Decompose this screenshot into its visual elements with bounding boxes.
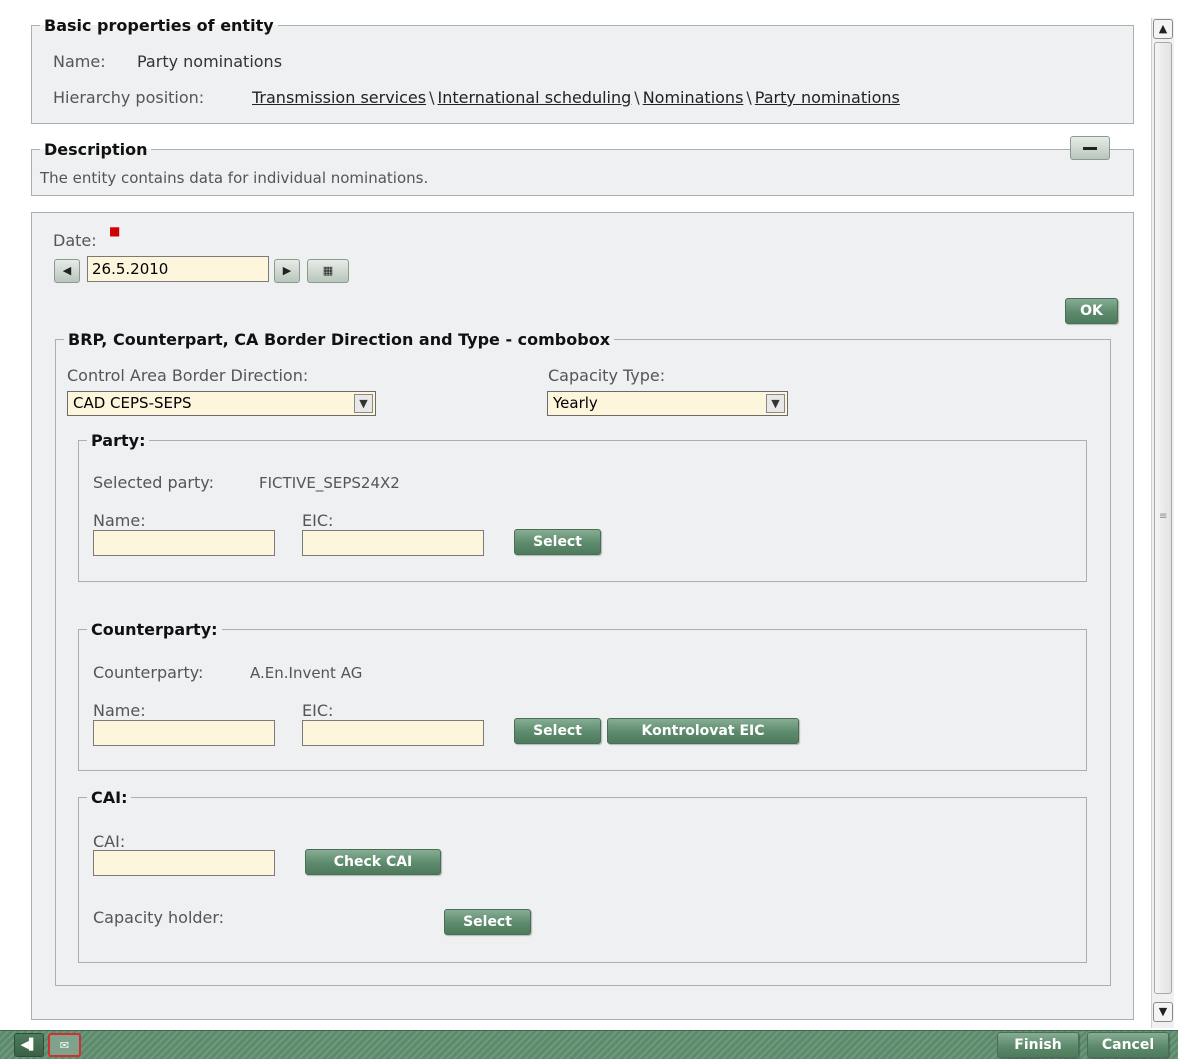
required-marker: ■: [109, 224, 121, 238]
calendar-button[interactable]: ▦: [307, 259, 349, 283]
vertical-scrollbar[interactable]: ▲ ≡ ▼: [1151, 18, 1174, 1028]
capacity-type-value: Yearly: [553, 394, 598, 412]
description-text: The entity contains data for individual …: [40, 169, 429, 187]
grip-icon: ≡: [1159, 511, 1168, 522]
party-legend: Party:: [91, 431, 146, 450]
footer-bar: ◀▌ ✉ Finish Cancel: [0, 1030, 1178, 1059]
check-eic-button[interactable]: Kontrolovat EIC: [607, 718, 799, 744]
cai-legend: CAI:: [91, 788, 128, 807]
mail-icon: ✉: [59, 1039, 70, 1052]
party-select-button[interactable]: Select: [514, 529, 601, 555]
ok-button[interactable]: OK: [1065, 298, 1118, 324]
breadcrumb-party-nominations[interactable]: Party nominations: [755, 88, 900, 107]
selected-party-label: Selected party:: [93, 473, 214, 492]
hierarchy-label: Hierarchy position:: [53, 88, 205, 107]
date-label: Date:: [53, 231, 97, 250]
party-eic-input[interactable]: [302, 530, 484, 556]
counterparty-eic-label: EIC:: [302, 701, 334, 720]
next-date-button[interactable]: ▶: [274, 259, 300, 283]
date-input[interactable]: [87, 256, 269, 282]
cai-input[interactable]: [93, 850, 275, 876]
counterparty-name-input[interactable]: [93, 720, 275, 746]
chevron-down-icon: ▼: [766, 394, 785, 413]
check-cai-button[interactable]: Check CAI: [305, 849, 441, 875]
counterparty-value: A.En.Invent AG: [250, 664, 363, 682]
finish-button[interactable]: Finish: [997, 1032, 1079, 1058]
chevron-down-icon: ▼: [1158, 1005, 1168, 1018]
entity-name-value: Party nominations: [137, 52, 283, 71]
party-name-label: Name:: [93, 511, 146, 530]
capacity-type-label: Capacity Type:: [548, 366, 666, 385]
party-name-input[interactable]: [93, 530, 275, 556]
selected-party-value: FICTIVE_SEPS24X2: [259, 474, 400, 492]
counterparty-panel: Counterparty:: [78, 620, 1087, 771]
scroll-thumb[interactable]: ≡: [1154, 42, 1172, 994]
breadcrumb-separator: \: [746, 88, 752, 107]
collapse-button[interactable]: [1070, 136, 1110, 160]
combobox-legend: BRP, Counterpart, CA Border Direction an…: [68, 330, 611, 349]
breadcrumb-transmission-services[interactable]: Transmission services: [252, 88, 426, 107]
capacity-holder-label: Capacity holder:: [93, 908, 225, 927]
counterparty-legend: Counterparty:: [91, 620, 218, 639]
party-eic-label: EIC:: [302, 511, 334, 530]
arrow-right-icon: ▶: [282, 264, 292, 277]
panel-toggle-icon: ◀▌: [20, 1038, 38, 1051]
scroll-down-button[interactable]: ▼: [1153, 1002, 1173, 1022]
counterparty-eic-input[interactable]: [302, 720, 484, 746]
cad-select[interactable]: CAD CEPS-SEPS ▼: [67, 391, 376, 416]
chevron-up-icon: ▲: [1158, 22, 1168, 35]
party-panel: Party:: [78, 431, 1087, 582]
breadcrumb-international-scheduling[interactable]: International scheduling: [437, 88, 631, 107]
arrow-left-icon: ◀: [62, 264, 72, 277]
chevron-down-icon: ▼: [354, 394, 373, 413]
breadcrumb-nominations[interactable]: Nominations: [643, 88, 744, 107]
counterparty-select-button[interactable]: Select: [514, 718, 601, 744]
message-button[interactable]: ✉: [48, 1033, 81, 1057]
entity-name-label: Name:: [53, 52, 106, 71]
prev-date-button[interactable]: ◀: [54, 259, 80, 283]
cad-select-value: CAD CEPS-SEPS: [73, 394, 192, 412]
breadcrumb-separator: \: [429, 88, 435, 107]
cancel-button[interactable]: Cancel: [1087, 1032, 1169, 1058]
description-panel: Description: [31, 140, 1134, 196]
counterparty-label: Counterparty:: [93, 663, 204, 682]
cad-label: Control Area Border Direction:: [67, 366, 309, 385]
calendar-icon: ▦: [322, 264, 334, 277]
breadcrumb-separator: \: [634, 88, 640, 107]
counterparty-name-label: Name:: [93, 701, 146, 720]
capacity-holder-select-button[interactable]: Select: [444, 909, 531, 935]
basic-properties-legend: Basic properties of entity: [44, 16, 274, 35]
breadcrumb: Transmission services \ International sche…: [252, 88, 900, 107]
capacity-type-select[interactable]: Yearly ▼: [547, 391, 788, 416]
collapse-sidebar-button[interactable]: ◀▌: [14, 1033, 44, 1057]
scroll-up-button[interactable]: ▲: [1153, 19, 1173, 39]
cai-field-label: CAI:: [93, 832, 126, 851]
description-legend: Description: [44, 140, 148, 159]
minus-icon: [1083, 146, 1097, 150]
